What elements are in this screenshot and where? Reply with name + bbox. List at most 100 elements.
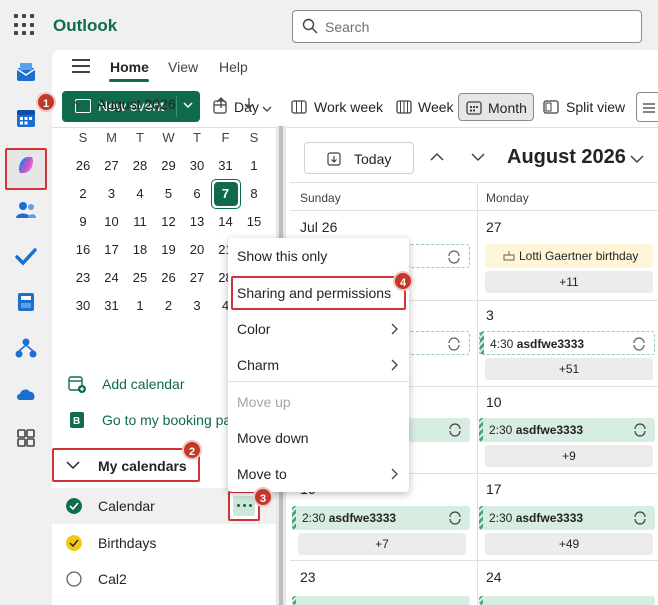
my-calendars-header[interactable]: My calendars [52,448,200,482]
today-button[interactable]: Today [304,142,414,174]
previous-month-arrow-icon[interactable] [430,152,444,162]
next-month-icon[interactable] [242,96,256,110]
calendar-event[interactable] [408,418,470,442]
mini-calendar-day[interactable]: 4 [126,180,154,208]
menu-item-color[interactable]: Color [228,311,409,347]
calendar-event[interactable] [292,596,470,605]
copilot-icon[interactable] [14,153,38,177]
mini-calendar-day[interactable]: 7 [213,182,238,206]
day-cell-date[interactable]: 3 [486,307,494,323]
mini-calendar-day[interactable]: 11 [126,208,154,236]
more-events-pill[interactable]: +49 [485,533,653,555]
day-cell-date[interactable]: 27 [486,219,502,235]
people-icon[interactable] [14,198,38,222]
mail-icon[interactable] [14,60,38,84]
mini-calendar-day[interactable]: 29 [155,152,183,180]
day-cell-date[interactable]: 10 [486,394,502,410]
checked-circle-icon[interactable] [66,498,82,514]
mini-calendar-day[interactable]: 6 [183,180,211,208]
calendar-event[interactable]: 2:30 asdfwe3333 [479,506,655,530]
search-input[interactable]: Search [292,10,642,43]
calendar-event[interactable]: 2:30 asdfwe3333 [479,418,655,442]
tab-help[interactable]: Help [219,59,248,75]
birthday-event[interactable]: Lotti Gaertner birthday [485,244,653,268]
day-cell-date[interactable]: 24 [486,569,502,585]
apps-icon[interactable] [14,290,38,314]
onedrive-icon[interactable] [14,382,38,406]
collapse-chevron-icon[interactable] [70,100,82,108]
todo-icon[interactable] [14,244,38,268]
more-events-pill[interactable]: +7 [298,533,466,555]
previous-month-icon[interactable] [214,96,228,110]
more-apps-icon[interactable] [14,426,38,450]
booking-page-link[interactable]: B Go to my booking pa [68,411,228,431]
mini-calendar-day[interactable]: 30 [183,152,211,180]
app-title[interactable]: Outlook [53,16,117,36]
mini-calendar-day[interactable]: 28 [126,152,154,180]
menu-item-charm[interactable]: Charm [228,347,409,383]
mini-calendar-day[interactable]: 2 [155,292,183,320]
work-week-view-button[interactable]: Work week [291,93,386,121]
mini-calendar-day[interactable]: 10 [98,208,126,236]
next-month-arrow-icon[interactable] [471,152,485,162]
calendar-icon[interactable] [14,106,38,130]
more-events-pill[interactable]: +11 [485,271,653,293]
mini-calendar-day[interactable]: 26 [69,152,97,180]
tab-view[interactable]: View [168,59,198,75]
mini-calendar-day[interactable]: 17 [98,236,126,264]
mini-calendar-day[interactable]: 3 [98,180,126,208]
mini-calendar-day[interactable]: 16 [69,236,97,264]
mini-calendar-day[interactable]: 27 [183,264,211,292]
calendar-event[interactable]: 4:30 asdfwe3333 [479,331,655,355]
menu-item-move-down[interactable]: Move down [228,420,409,456]
menu-toggle-icon[interactable] [72,59,90,73]
mini-calendar-day[interactable]: 26 [155,264,183,292]
mini-calendar-day[interactable]: 25 [126,264,154,292]
calendar-event[interactable] [408,331,470,355]
calendar-event[interactable]: 2:30 asdfwe3333 [292,506,470,530]
mini-calendar-day[interactable]: 14 [212,208,240,236]
mini-calendar-day[interactable]: 18 [126,236,154,264]
day-cell-date[interactable]: 23 [300,569,316,585]
mini-calendar-day[interactable]: 31 [212,152,240,180]
month-view-button[interactable]: Month [458,93,534,121]
mini-calendar-day[interactable]: 20 [183,236,211,264]
mini-calendar-day[interactable]: 24 [98,264,126,292]
mini-calendar-day[interactable]: 13 [183,208,211,236]
menu-item-sharing-and-permissions[interactable]: Sharing and permissions [228,275,409,311]
mini-calendar-day[interactable]: 23 [69,264,97,292]
menu-item-move-to[interactable]: Move to [228,456,409,492]
tab-home[interactable]: Home [110,59,149,75]
mini-calendar-day[interactable]: 19 [155,236,183,264]
checked-circle-icon[interactable] [66,535,82,551]
mini-calendar-day[interactable]: 3 [183,292,211,320]
mini-calendar-day[interactable]: 5 [155,180,183,208]
day-cell-date[interactable]: Jul 26 [300,219,337,235]
week-view-button[interactable]: Week [396,93,454,121]
ribbon-overflow-button[interactable] [636,92,658,122]
day-cell-date[interactable]: 17 [486,481,502,497]
mini-calendar-day[interactable]: 27 [98,152,126,180]
mini-calendar-day[interactable]: 8 [240,180,268,208]
mini-calendar-day[interactable]: 1 [240,152,268,180]
mini-calendar-day[interactable]: 9 [69,208,97,236]
more-events-pill[interactable]: +9 [485,445,653,467]
calendar-event[interactable] [479,596,655,605]
mini-calendar-day[interactable]: 1 [126,292,154,320]
unchecked-circle-icon[interactable] [66,571,82,587]
mini-calendar-day[interactable]: 12 [155,208,183,236]
month-picker-chevron-icon[interactable] [630,154,644,164]
calendar-item-cal2[interactable]: Cal2 [52,561,276,597]
more-events-pill[interactable]: +51 [485,358,653,380]
app-launcher-icon[interactable] [14,14,36,36]
org-icon[interactable] [14,336,38,360]
menu-item-show-this-only[interactable]: Show this only [228,238,409,274]
calendar-item-birthdays[interactable]: Birthdays [52,525,276,561]
month-title[interactable]: August 2026 [507,146,626,169]
calendar-event[interactable] [408,244,470,268]
mini-calendar-day[interactable]: 30 [69,292,97,320]
mini-calendar-day[interactable]: 2 [69,180,97,208]
mini-calendar-day[interactable]: 31 [98,292,126,320]
mini-calendar-day[interactable]: 15 [240,208,268,236]
split-view-button[interactable]: Split view [543,93,628,121]
